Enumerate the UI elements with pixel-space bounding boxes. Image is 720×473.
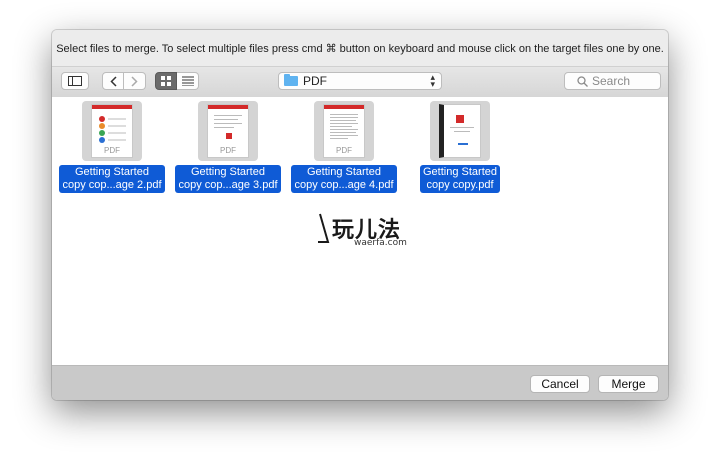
file-item[interactable]: PDF Getting Started copy cop...age 3.pdf <box>174 101 282 193</box>
icon-view-button[interactable] <box>155 72 177 90</box>
list-icon <box>181 76 194 86</box>
back-button[interactable] <box>102 72 124 90</box>
pdf-document-icon: PDF <box>323 104 365 158</box>
search-input[interactable] <box>592 74 648 88</box>
file-name: Getting Started copy cop...age 4.pdf <box>291 165 397 193</box>
pdf-document-icon: PDF <box>91 104 133 158</box>
file-item[interactable]: PDF Getting Started copy cop...age 2.pdf <box>58 101 166 193</box>
pdf-document-icon: PDF <box>207 104 249 158</box>
file-thumbnail <box>430 101 490 161</box>
file-name: Getting Started copy cop...age 3.pdf <box>175 165 281 193</box>
instruction-text: Select files to merge. To select multipl… <box>52 30 668 66</box>
file-item[interactable]: PDF Getting Started copy cop...age 4.pdf <box>290 101 398 193</box>
file-name: Getting Started copy copy.pdf <box>420 165 500 193</box>
file-thumbnail: PDF <box>314 101 374 161</box>
navigation-buttons <box>102 72 146 90</box>
chevron-updown-icon: ▴ ▾ <box>430 72 435 89</box>
file-item[interactable]: Getting Started copy copy.pdf <box>406 101 514 193</box>
grid-icon <box>161 76 171 86</box>
chevron-right-icon <box>131 75 138 87</box>
location-dropdown[interactable]: PDF ▴ ▾ <box>278 72 442 90</box>
forward-button[interactable] <box>124 72 146 90</box>
merge-dialog: Select files to merge. To select multipl… <box>52 30 668 400</box>
chevron-left-icon <box>109 75 117 87</box>
file-thumbnail: PDF <box>198 101 258 161</box>
sidebar-toggle-button[interactable] <box>61 72 89 90</box>
file-thumbnail: PDF <box>82 101 142 161</box>
toolbar: PDF ▴ ▾ <box>52 66 668 98</box>
list-view-button[interactable] <box>177 72 199 90</box>
search-icon <box>577 75 588 87</box>
watermark-logo: 玩儿法 waerfa.com <box>316 212 416 252</box>
pdf-document-icon <box>439 104 481 158</box>
merge-button[interactable]: Merge <box>598 375 659 393</box>
view-mode-buttons <box>155 72 199 90</box>
cancel-button[interactable]: Cancel <box>530 375 590 393</box>
search-field[interactable] <box>564 72 661 90</box>
file-browser: PDF Getting Started copy cop...age 2.pdf… <box>52 97 668 365</box>
watermark-url: waerfa.com <box>354 238 407 248</box>
file-name: Getting Started copy cop...age 2.pdf <box>59 165 165 193</box>
sidebar-icon <box>68 76 82 86</box>
folder-icon <box>284 74 298 86</box>
location-label: PDF <box>303 74 327 88</box>
dialog-footer: Cancel Merge <box>52 365 668 400</box>
